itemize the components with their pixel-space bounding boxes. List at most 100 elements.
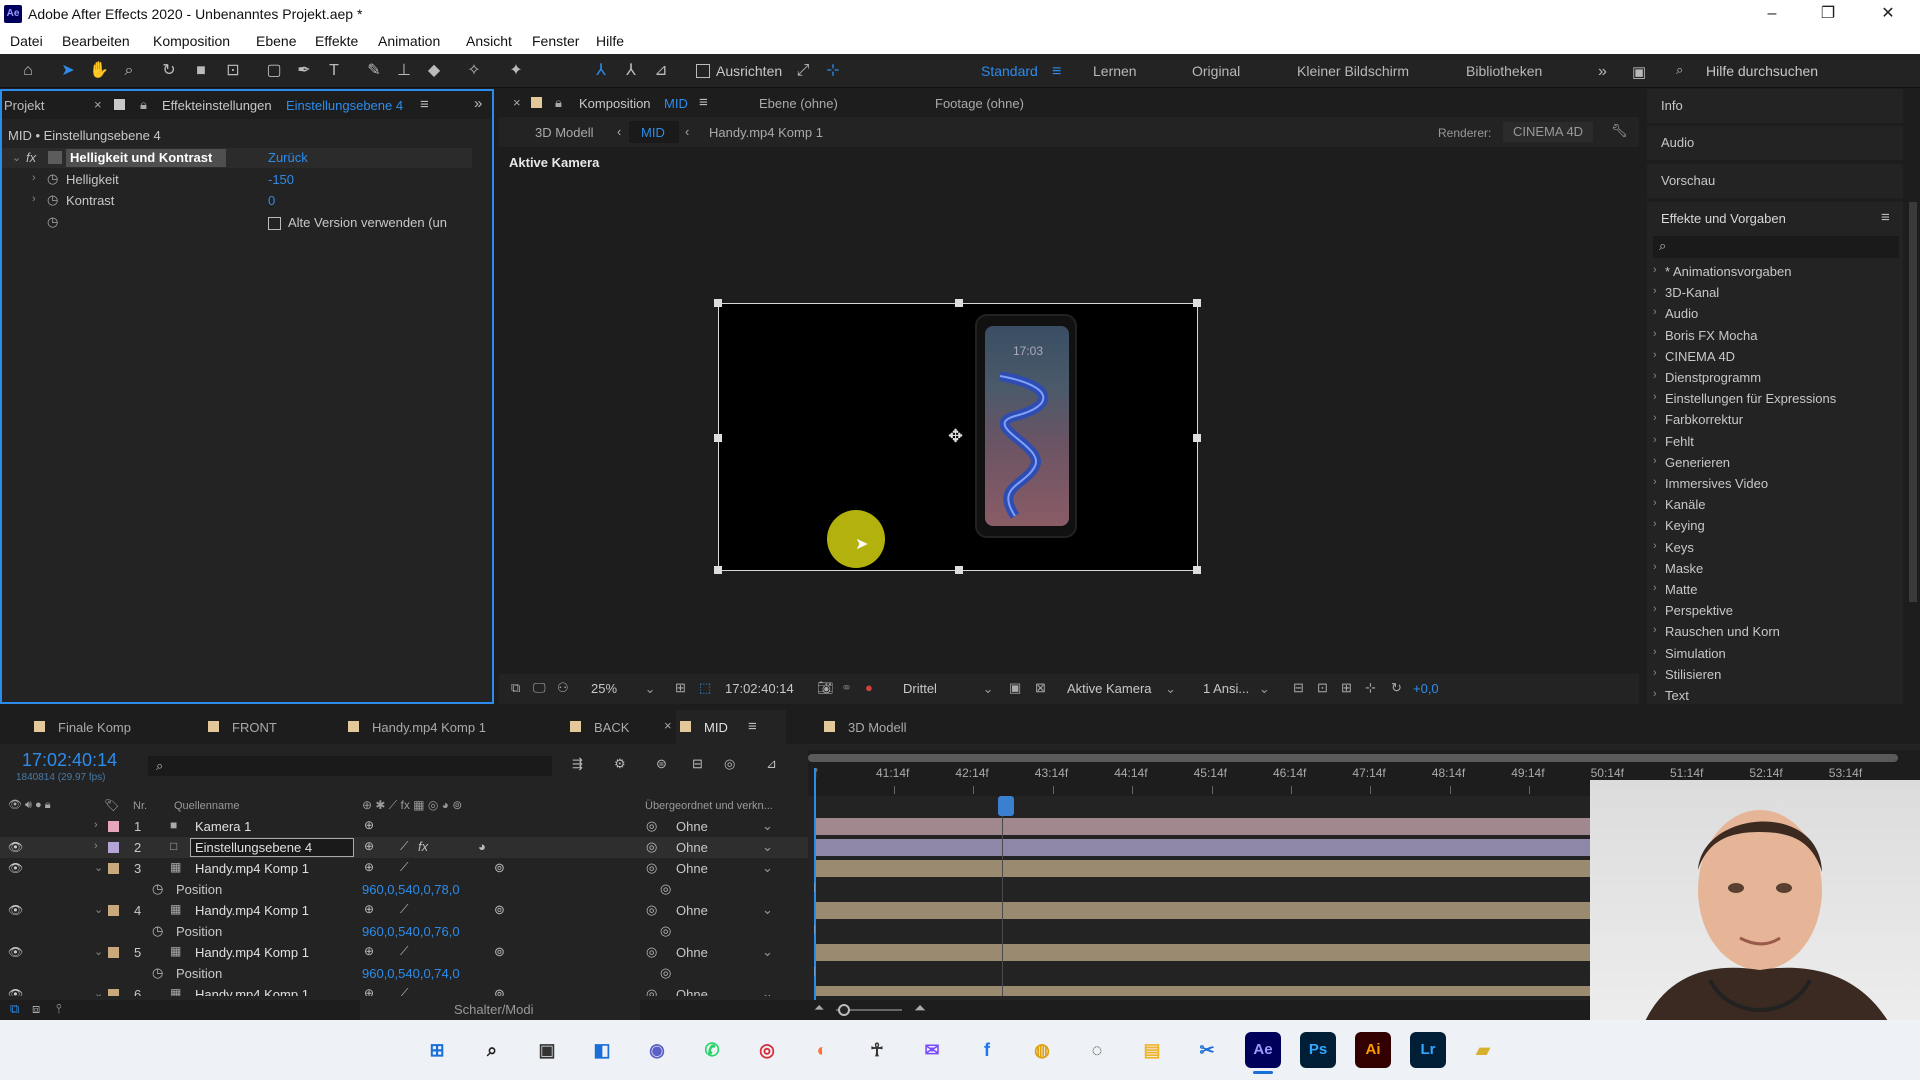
menu-hilfe[interactable]: Hilfe: [596, 33, 624, 49]
chevron-right-icon[interactable]: ›: [1653, 476, 1657, 488]
pickwhip-icon[interactable]: ◎: [660, 923, 671, 939]
local-axis-icon[interactable]: ⅄: [590, 60, 612, 82]
chevron-right-icon[interactable]: ›: [1653, 518, 1657, 530]
menu-effekte[interactable]: Effekte: [315, 33, 358, 49]
chevron-right-icon[interactable]: ›: [1653, 603, 1657, 615]
zoom-slider-thumb[interactable]: [838, 1004, 850, 1016]
snapping-options-icon[interactable]: ⊹: [822, 60, 844, 82]
breadcrumb-3d-modell[interactable]: 3D Modell: [535, 125, 594, 140]
effects-category-item[interactable]: › Stilisieren: [1647, 665, 1903, 685]
position-value[interactable]: 960,0,540,0,78,0: [362, 882, 460, 897]
stopwatch-icon[interactable]: ◷: [152, 881, 163, 897]
transform-handle[interactable]: [955, 299, 963, 307]
keyframe-navigator-icon[interactable]: I: [814, 880, 816, 895]
panel-menu-icon[interactable]: ≡: [699, 94, 708, 111]
chevron-right-icon[interactable]: ›: [1653, 688, 1657, 700]
layer-search-input[interactable]: ⌕: [148, 756, 552, 776]
menu-ansicht[interactable]: Ansicht: [466, 33, 512, 49]
chevron-right-icon[interactable]: ›: [1653, 434, 1657, 446]
photoshop-icon[interactable]: Ps: [1300, 1032, 1336, 1068]
marker-icon[interactable]: [998, 796, 1014, 816]
breadcrumb-mid[interactable]: MID: [641, 125, 665, 140]
close-tab-icon[interactable]: ×: [664, 718, 672, 733]
adjustment-switch-icon[interactable]: ◕: [478, 839, 486, 854]
breadcrumb-handy-komp[interactable]: Handy.mp4 Komp 1: [709, 125, 823, 140]
chevron-right-icon[interactable]: ›: [94, 840, 98, 852]
task-view-icon[interactable]: ▣: [529, 1032, 565, 1068]
3d-layer-switch-icon[interactable]: ⊚: [494, 860, 505, 876]
layer-label-color[interactable]: [108, 989, 119, 996]
zoom-dropdown[interactable]: 25% ⌄: [591, 681, 656, 699]
layer-row[interactable]: 👁︎ ⌄ 3 ▦ Handy.mp4 Komp 1 ⊕ ⟋ ⊚ ◎ Ohne ⌄: [0, 858, 808, 879]
3d-layer-switch-icon[interactable]: ⊚: [494, 902, 505, 918]
quality-switch-icon[interactable]: ⟋: [400, 839, 408, 854]
rectangle-tool-icon[interactable]: ▢: [263, 60, 285, 82]
position-property-row[interactable]: ◷ Position 960,0,540,0,76,0 ◎: [0, 921, 808, 942]
stopwatch-icon[interactable]: ◷: [152, 923, 163, 939]
3d-layer-switch-icon[interactable]: ⊚: [494, 986, 505, 996]
project-tab[interactable]: Projekt: [4, 98, 44, 113]
layer-name[interactable]: Handy.mp4 Komp 1: [195, 903, 309, 918]
clone-stamp-tool-icon[interactable]: ⊥: [393, 60, 415, 82]
renderer-select[interactable]: CINEMA 4D: [1503, 122, 1593, 142]
panel-menu-icon[interactable]: ≡: [420, 96, 429, 113]
legacy-checkbox[interactable]: [268, 217, 281, 230]
effects-category-item[interactable]: › Farbkorrektur: [1647, 410, 1903, 430]
sync-settings-icon[interactable]: ▣: [1632, 63, 1646, 81]
effect-controls-tab[interactable]: Effekteinstellungen: [162, 98, 272, 113]
chevron-right-icon[interactable]: ›: [1653, 412, 1657, 424]
position-property-row[interactable]: ◷ Position 960,0,540,0,78,0 ◎: [0, 879, 808, 900]
chevron-right-icon[interactable]: ›: [1653, 667, 1657, 679]
info-panel-tab[interactable]: Info: [1647, 89, 1903, 123]
pickwhip-icon[interactable]: ◎: [646, 902, 657, 918]
parent-dropdown[interactable]: Ohne ⌄: [672, 986, 776, 996]
help-search-box[interactable]: ⌕ Hilfe durchsuchen: [1672, 59, 1916, 83]
layer-row[interactable]: › 1 ■ Kamera 1 ⊕ ◎ Ohne ⌄: [0, 816, 808, 837]
pickwhip-icon[interactable]: ◎: [646, 860, 657, 876]
effects-category-item[interactable]: › 3D-Kanal: [1647, 283, 1903, 303]
messenger-icon[interactable]: ✉: [914, 1032, 950, 1068]
stopwatch-icon[interactable]: ◷: [47, 171, 58, 187]
firefox-icon[interactable]: ◐: [804, 1032, 840, 1068]
after-effects-icon[interactable]: Ae: [1245, 1032, 1281, 1068]
3d-draft-icon[interactable]: ⊠: [1035, 680, 1046, 696]
quality-switch-icon[interactable]: ⟋: [400, 944, 408, 959]
effects-category-item[interactable]: › Immersives Video: [1647, 474, 1903, 494]
timeline-timecode[interactable]: 17:02:40:14: [22, 750, 117, 771]
grid-dropdown[interactable]: Drittel ⌄: [903, 681, 993, 699]
chevron-down-icon[interactable]: ⌄: [94, 987, 103, 996]
brightness-value[interactable]: -150: [268, 172, 294, 187]
transform-handle[interactable]: [1193, 434, 1201, 442]
chevron-right-icon[interactable]: ›: [1653, 624, 1657, 636]
timeline-comp-tab[interactable]: FRONT: [204, 710, 314, 744]
tools-icon[interactable]: ☥: [859, 1032, 895, 1068]
transform-handle[interactable]: [714, 299, 722, 307]
parent-dropdown[interactable]: Ohne ⌄: [672, 944, 776, 961]
position-value[interactable]: 960,0,540,0,76,0: [362, 924, 460, 939]
frame-blending-icon[interactable]: ⊟: [692, 756, 703, 772]
explorer-icon[interactable]: ▤: [1134, 1032, 1170, 1068]
home-icon[interactable]: ⌂: [17, 60, 39, 82]
restore-icon[interactable]: ❐: [1808, 2, 1848, 26]
transform-handle[interactable]: [1193, 566, 1201, 574]
lock-icon[interactable]: 🔒︎: [555, 95, 562, 111]
effects-category-item[interactable]: › Keys: [1647, 538, 1903, 558]
draft-3d-icon[interactable]: ⚙: [614, 756, 626, 772]
transfer-controls-icon[interactable]: ⧈: [32, 1001, 40, 1017]
menu-bearbeiten[interactable]: Bearbeiten: [62, 33, 130, 49]
facebook-icon[interactable]: f: [969, 1032, 1005, 1068]
menu-animation[interactable]: Animation: [378, 33, 440, 49]
widgets-icon[interactable]: ◧: [584, 1032, 620, 1068]
pickwhip-icon[interactable]: ◎: [646, 944, 657, 960]
visibility-eye-icon[interactable]: 👁︎: [8, 903, 23, 917]
brush-tool-icon[interactable]: ✎: [363, 60, 385, 82]
effects-category-item[interactable]: › Text: [1647, 686, 1903, 702]
parent-dropdown[interactable]: Ohne ⌄: [672, 818, 776, 835]
effects-category-item[interactable]: › Matte: [1647, 580, 1903, 600]
roto-brush-tool-icon[interactable]: ✧: [463, 60, 485, 82]
shy-switch-icon[interactable]: ⊕: [364, 902, 374, 916]
effects-category-item[interactable]: › Boris FX Mocha: [1647, 326, 1903, 346]
pen-tool-icon[interactable]: ✒: [293, 60, 315, 82]
channel-icon[interactable]: ●: [865, 680, 873, 695]
preview-panel-tab[interactable]: Vorschau: [1647, 164, 1903, 198]
